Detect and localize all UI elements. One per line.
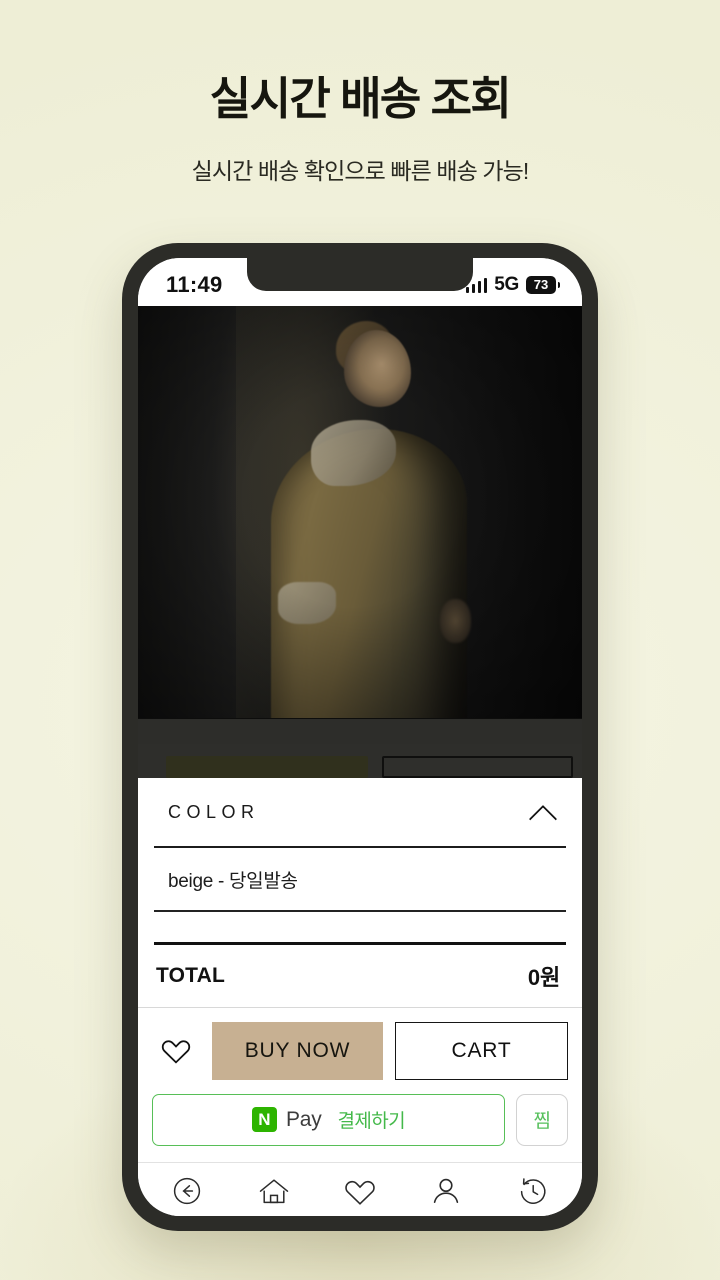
status-indicators: 5G 73: [465, 274, 556, 296]
promo-header: 실시간 배송 조회 실시간 배송 확인으로 빠른 배송 가능!: [0, 74, 720, 186]
heart-icon: [161, 1040, 191, 1064]
buy-now-button[interactable]: BUY NOW: [212, 1021, 383, 1080]
option-header[interactable]: COLOR: [154, 778, 566, 846]
bottom-navigation: 뒤로 홈: [138, 1161, 582, 1216]
nav-item-back[interactable]: 뒤로: [148, 1176, 226, 1216]
chevron-up-icon[interactable]: [526, 795, 560, 829]
payment-row: N Pay 결제하기 찜: [138, 1080, 582, 1162]
history-clock-icon: [518, 1176, 548, 1207]
wishlist-button[interactable]: [152, 1024, 200, 1078]
total-value: 0원: [527, 964, 560, 990]
product-photo: [138, 306, 582, 744]
battery-icon: 73: [526, 276, 556, 294]
option-sheet: COLOR beige - 당일발송 TOTAL 0원: [138, 778, 582, 1007]
nav-item-home[interactable]: 홈: [235, 1176, 313, 1216]
status-time: 11:49: [166, 272, 223, 297]
phone-mockup: 11:49 5G 73 COLOR beige - 당일발송 TOTAL 0원 …: [122, 243, 598, 1231]
total-row: TOTAL 0원: [154, 945, 566, 1007]
nav-item-wishlist[interactable]: 찜상품: [321, 1176, 399, 1216]
phone-screen: 11:49 5G 73 COLOR beige - 당일발송 TOTAL 0원 …: [138, 258, 582, 1216]
phone-notch: [247, 258, 473, 291]
obscured-cart-button: [381, 756, 573, 778]
obscured-buttons-row: [138, 744, 582, 778]
page-background: 실시간 배송 조회 실시간 배송 확인으로 빠른 배송 가능! 11:49 5G…: [0, 0, 720, 1280]
naver-pay-label: Pay: [285, 1107, 322, 1131]
page-subtitle: 실시간 배송 확인으로 빠른 배송 가능!: [191, 157, 530, 184]
option-title: COLOR: [168, 801, 260, 822]
naver-n-icon: N: [251, 1107, 277, 1133]
person-icon: [431, 1176, 461, 1207]
zzim-button[interactable]: 찜: [516, 1093, 568, 1146]
action-buttons-row: BUY NOW CART: [138, 1008, 582, 1080]
nav-label-recent: 최근본상품: [502, 1214, 564, 1217]
naver-pay-action-label: 결제하기: [337, 1111, 406, 1133]
total-label: TOTAL: [156, 963, 226, 987]
nav-label-home: 홈: [267, 1214, 280, 1217]
network-label: 5G: [494, 274, 519, 295]
nav-label-wishlist: 찜상품: [342, 1214, 379, 1217]
product-image[interactable]: [138, 306, 582, 744]
nav-item-mypage[interactable]: 마이페이지: [407, 1176, 485, 1216]
heart-icon: [344, 1176, 376, 1207]
image-strip: [138, 718, 582, 744]
nav-label-mypage: 마이페이지: [416, 1214, 478, 1217]
page-title: 실시간 배송 조회: [209, 73, 512, 124]
home-icon: [258, 1176, 290, 1207]
nav-label-back: 뒤로: [175, 1214, 200, 1217]
cart-button[interactable]: CART: [395, 1021, 568, 1080]
naver-pay-button[interactable]: N Pay 결제하기: [152, 1093, 505, 1146]
selected-option[interactable]: beige - 당일발송: [154, 848, 566, 910]
back-arrow-circle-icon: [172, 1176, 202, 1207]
obscured-buy-button: [166, 756, 368, 778]
option-spacer: [154, 912, 566, 942]
nav-item-recent[interactable]: 최근본상품: [494, 1176, 572, 1216]
